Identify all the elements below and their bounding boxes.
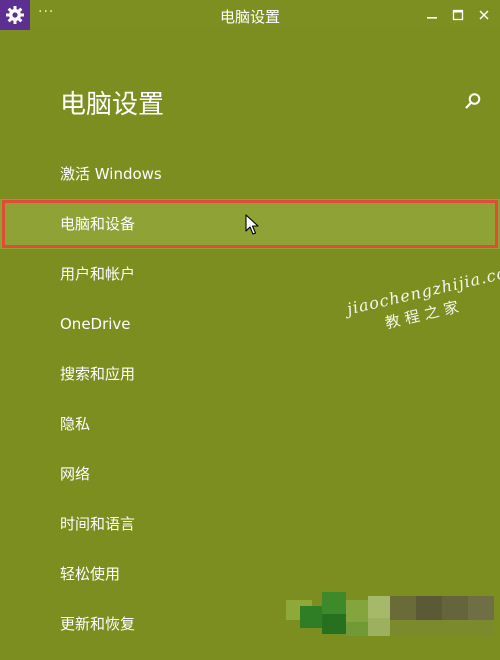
nav-item-time-and-language[interactable]: 时间和语言 bbox=[0, 499, 500, 549]
nav-item-network[interactable]: 网络 bbox=[0, 449, 500, 499]
nav-item-activate-windows[interactable]: 激活 Windows bbox=[0, 149, 500, 199]
search-icon bbox=[465, 93, 481, 109]
nav-item-privacy[interactable]: 隐私 bbox=[0, 399, 500, 449]
minimize-button[interactable] bbox=[418, 2, 446, 28]
mouse-cursor-icon bbox=[245, 214, 259, 240]
app-icon-button[interactable] bbox=[0, 0, 30, 30]
app-menu-button[interactable]: ··· bbox=[38, 4, 54, 20]
nav-item-onedrive[interactable]: OneDrive bbox=[0, 299, 500, 349]
close-icon bbox=[479, 10, 489, 20]
title-bar: ··· 电脑设置 bbox=[0, 0, 500, 30]
maximize-icon bbox=[452, 9, 464, 21]
pixelated-overlay bbox=[280, 588, 500, 660]
gear-icon bbox=[6, 6, 24, 24]
page-title: 电脑设置 bbox=[60, 90, 165, 120]
maximize-button[interactable] bbox=[444, 2, 472, 28]
close-button[interactable] bbox=[470, 2, 498, 28]
nav-item-users-and-accounts[interactable]: 用户和帐户 bbox=[0, 249, 500, 299]
minimize-icon bbox=[427, 17, 437, 19]
search-button[interactable] bbox=[460, 88, 486, 114]
nav-item-search-and-apps[interactable]: 搜索和应用 bbox=[0, 349, 500, 399]
